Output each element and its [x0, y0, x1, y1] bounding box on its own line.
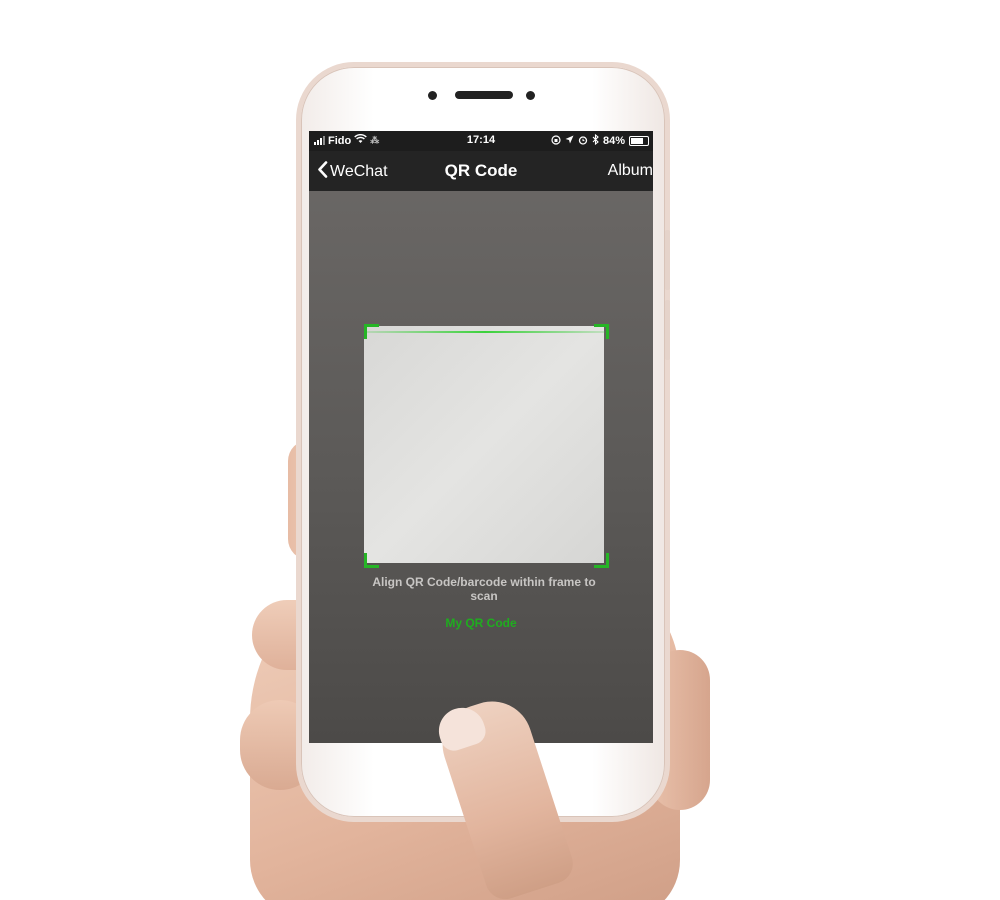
frame-corner	[364, 553, 379, 568]
scan-line	[365, 331, 605, 333]
earpiece-speaker	[455, 91, 513, 99]
album-button[interactable]: Album	[608, 162, 653, 180]
front-camera	[428, 91, 437, 100]
scan-hint: Align QR Code/barcode within frame to sc…	[372, 575, 596, 603]
camera-preview	[364, 326, 604, 563]
volume-button	[665, 300, 670, 360]
lock-rotation-icon	[551, 134, 561, 148]
my-qr-code-link[interactable]: My QR Code	[309, 616, 653, 630]
battery-percent: 84%	[602, 135, 625, 147]
frame-corner	[364, 324, 379, 339]
page-title: QR Code	[444, 161, 518, 180]
proximity-sensor	[526, 91, 535, 100]
status-bar: Fido ⁂ 17:14 84%	[309, 131, 653, 151]
bluetooth-icon	[592, 133, 599, 148]
frame-corner	[594, 553, 609, 568]
nav-bar: WeChat QR Code Album	[309, 151, 653, 191]
location-icon	[565, 135, 574, 147]
volume-button	[665, 230, 670, 290]
frame-corner	[594, 324, 609, 339]
status-right: 84%	[551, 133, 649, 148]
stage: Fido ⁂ 17:14 84% WeChat QR Code Album Al…	[0, 0, 1000, 900]
battery-icon	[629, 136, 649, 146]
alarm-icon	[578, 135, 588, 148]
phone-screen: Fido ⁂ 17:14 84% WeChat QR Code Album Al…	[309, 131, 653, 743]
battery-fill	[631, 138, 643, 144]
